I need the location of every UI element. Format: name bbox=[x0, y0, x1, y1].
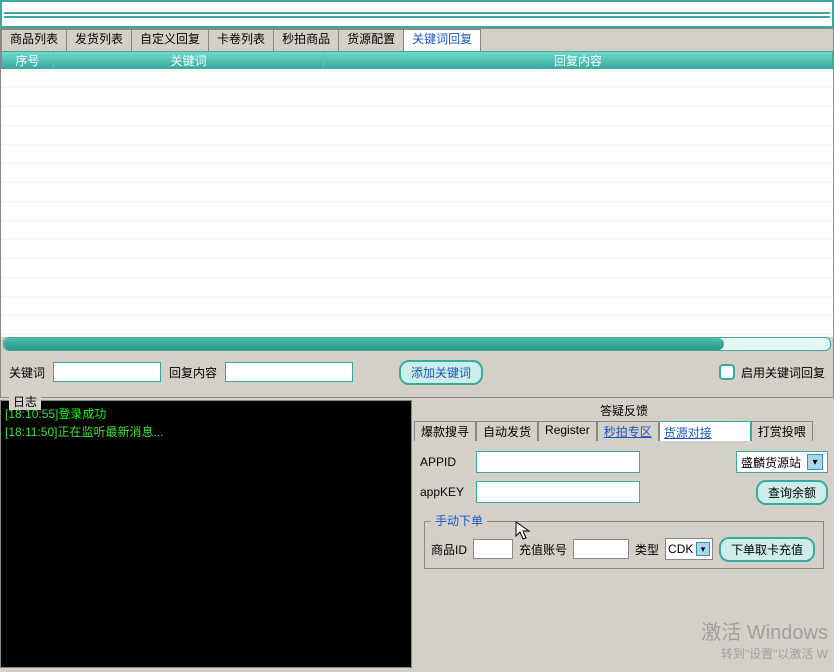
right-panel: 答疑反馈 爆款搜寻 自动发货 Register 秒拍专区 货源对接 打赏投喂 A… bbox=[414, 400, 834, 614]
tab-seckill[interactable]: 秒拍商品 bbox=[273, 29, 339, 51]
submit-order-button[interactable]: 下单取卡充值 bbox=[719, 537, 815, 562]
scrollbar-thumb[interactable] bbox=[4, 338, 724, 350]
windows-activation-watermark: 激活 Windows 转到"设置"以激活 W bbox=[701, 616, 828, 662]
reply-input[interactable] bbox=[225, 362, 353, 382]
title-bar-decor bbox=[0, 0, 834, 28]
right-content: APPID 盛麟货源站 ▾ appKEY 查询余额 手动下单 商品ID 充值账号… bbox=[414, 441, 834, 579]
grid-header-keyword: 关键词 bbox=[54, 52, 324, 68]
type-label: 类型 bbox=[635, 541, 659, 558]
log-title: 日志 bbox=[9, 393, 41, 410]
table-row[interactable] bbox=[1, 202, 833, 221]
keyword-inputs-row: 关键词 回复内容 添加关键词 启用关键词回复 bbox=[1, 353, 833, 391]
keyword-label: 关键词 bbox=[9, 364, 45, 381]
log-message: 登录成功 bbox=[58, 407, 106, 421]
chevron-down-icon: ▾ bbox=[807, 454, 823, 470]
table-row[interactable] bbox=[1, 240, 833, 259]
table-row[interactable] bbox=[1, 183, 833, 202]
enable-keyword-checkbox-wrap[interactable]: 启用关键词回复 bbox=[719, 364, 825, 381]
table-row[interactable] bbox=[1, 316, 833, 335]
rtab-auto-ship[interactable]: 自动发货 bbox=[476, 421, 538, 441]
manual-order-fieldset: 手动下单 商品ID 充值账号 类型 CDK ▾ 下单取卡充值 bbox=[424, 521, 824, 569]
table-row[interactable] bbox=[1, 145, 833, 164]
recharge-label: 充值账号 bbox=[519, 541, 567, 558]
grid-header: 序号 关键词 回复内容 bbox=[1, 51, 833, 69]
right-title: 答疑反馈 bbox=[414, 400, 834, 421]
rtab-source-api[interactable]: 货源对接 bbox=[659, 421, 751, 441]
table-row[interactable] bbox=[1, 297, 833, 316]
table-row[interactable] bbox=[1, 69, 833, 88]
rtab-register[interactable]: Register bbox=[538, 421, 597, 441]
recharge-input[interactable] bbox=[573, 539, 629, 559]
tab-shipments[interactable]: 发货列表 bbox=[66, 29, 132, 51]
table-row[interactable] bbox=[1, 107, 833, 126]
appid-row: APPID 盛麟货源站 ▾ bbox=[420, 447, 828, 477]
type-select-value: CDK bbox=[668, 542, 693, 556]
source-select[interactable]: 盛麟货源站 ▾ bbox=[736, 451, 828, 473]
grid-body[interactable] bbox=[1, 69, 833, 337]
main-tabs: 商品列表 发货列表 自定义回复 卡卷列表 秒拍商品 货源配置 关键词回复 bbox=[1, 29, 833, 51]
rtab-hot-search[interactable]: 爆款搜寻 bbox=[414, 421, 476, 441]
right-tabs: 爆款搜寻 自动发货 Register 秒拍专区 货源对接 打赏投喂 bbox=[414, 421, 834, 441]
enable-keyword-checkbox[interactable] bbox=[719, 364, 735, 380]
tab-products[interactable]: 商品列表 bbox=[1, 29, 67, 51]
keyword-input[interactable] bbox=[53, 362, 161, 382]
reply-label: 回复内容 bbox=[169, 364, 217, 381]
manual-order-legend: 手动下单 bbox=[431, 512, 487, 529]
log-line: [18:11:50]正在监听最新消息... bbox=[1, 423, 411, 441]
add-keyword-button[interactable]: 添加关键词 bbox=[399, 360, 483, 385]
table-row[interactable] bbox=[1, 126, 833, 145]
grid-header-reply: 回复内容 bbox=[324, 52, 832, 68]
table-row[interactable] bbox=[1, 164, 833, 183]
appkey-label: appKEY bbox=[420, 485, 470, 499]
appid-label: APPID bbox=[420, 455, 470, 469]
product-id-input[interactable] bbox=[473, 539, 513, 559]
log-panel: 日志 [18:10:55]登录成功 [18:11:50]正在监听最新消息... bbox=[0, 400, 412, 668]
tab-source-config[interactable]: 货源配置 bbox=[338, 29, 404, 51]
appkey-input[interactable] bbox=[476, 481, 640, 503]
table-row[interactable] bbox=[1, 221, 833, 240]
rtab-seckill-zone[interactable]: 秒拍专区 bbox=[597, 421, 659, 441]
product-id-label: 商品ID bbox=[431, 541, 467, 558]
source-select-value: 盛麟货源站 bbox=[741, 454, 801, 471]
main-panel: 商品列表 发货列表 自定义回复 卡卷列表 秒拍商品 货源配置 关键词回复 序号 … bbox=[0, 28, 834, 398]
enable-keyword-label: 启用关键词回复 bbox=[741, 364, 825, 381]
chevron-down-icon: ▾ bbox=[696, 542, 710, 556]
appid-input[interactable] bbox=[476, 451, 640, 473]
log-timestamp: [18:11:50] bbox=[5, 425, 58, 439]
watermark-line1: 激活 Windows bbox=[701, 616, 828, 645]
log-body[interactable]: [18:10:55]登录成功 [18:11:50]正在监听最新消息... bbox=[1, 401, 411, 441]
balance-button[interactable]: 查询余额 bbox=[756, 480, 828, 505]
log-message: 正在监听最新消息... bbox=[58, 425, 164, 439]
table-row[interactable] bbox=[1, 88, 833, 107]
rtab-donate[interactable]: 打赏投喂 bbox=[751, 421, 813, 441]
grid-horizontal-scrollbar[interactable] bbox=[3, 337, 831, 351]
appkey-row: appKEY 查询余额 bbox=[420, 477, 828, 507]
log-line: [18:10:55]登录成功 bbox=[1, 405, 411, 423]
tab-custom-reply[interactable]: 自定义回复 bbox=[131, 29, 209, 51]
grid-header-index: 序号 bbox=[2, 52, 54, 68]
table-row[interactable] bbox=[1, 259, 833, 278]
type-select[interactable]: CDK ▾ bbox=[665, 538, 713, 560]
tab-cards[interactable]: 卡卷列表 bbox=[208, 29, 274, 51]
tab-keyword-reply[interactable]: 关键词回复 bbox=[403, 29, 481, 51]
table-row[interactable] bbox=[1, 278, 833, 297]
watermark-line2: 转到"设置"以激活 W bbox=[701, 645, 828, 662]
manual-row: 商品ID 充值账号 类型 CDK ▾ 下单取卡充值 bbox=[431, 536, 817, 562]
